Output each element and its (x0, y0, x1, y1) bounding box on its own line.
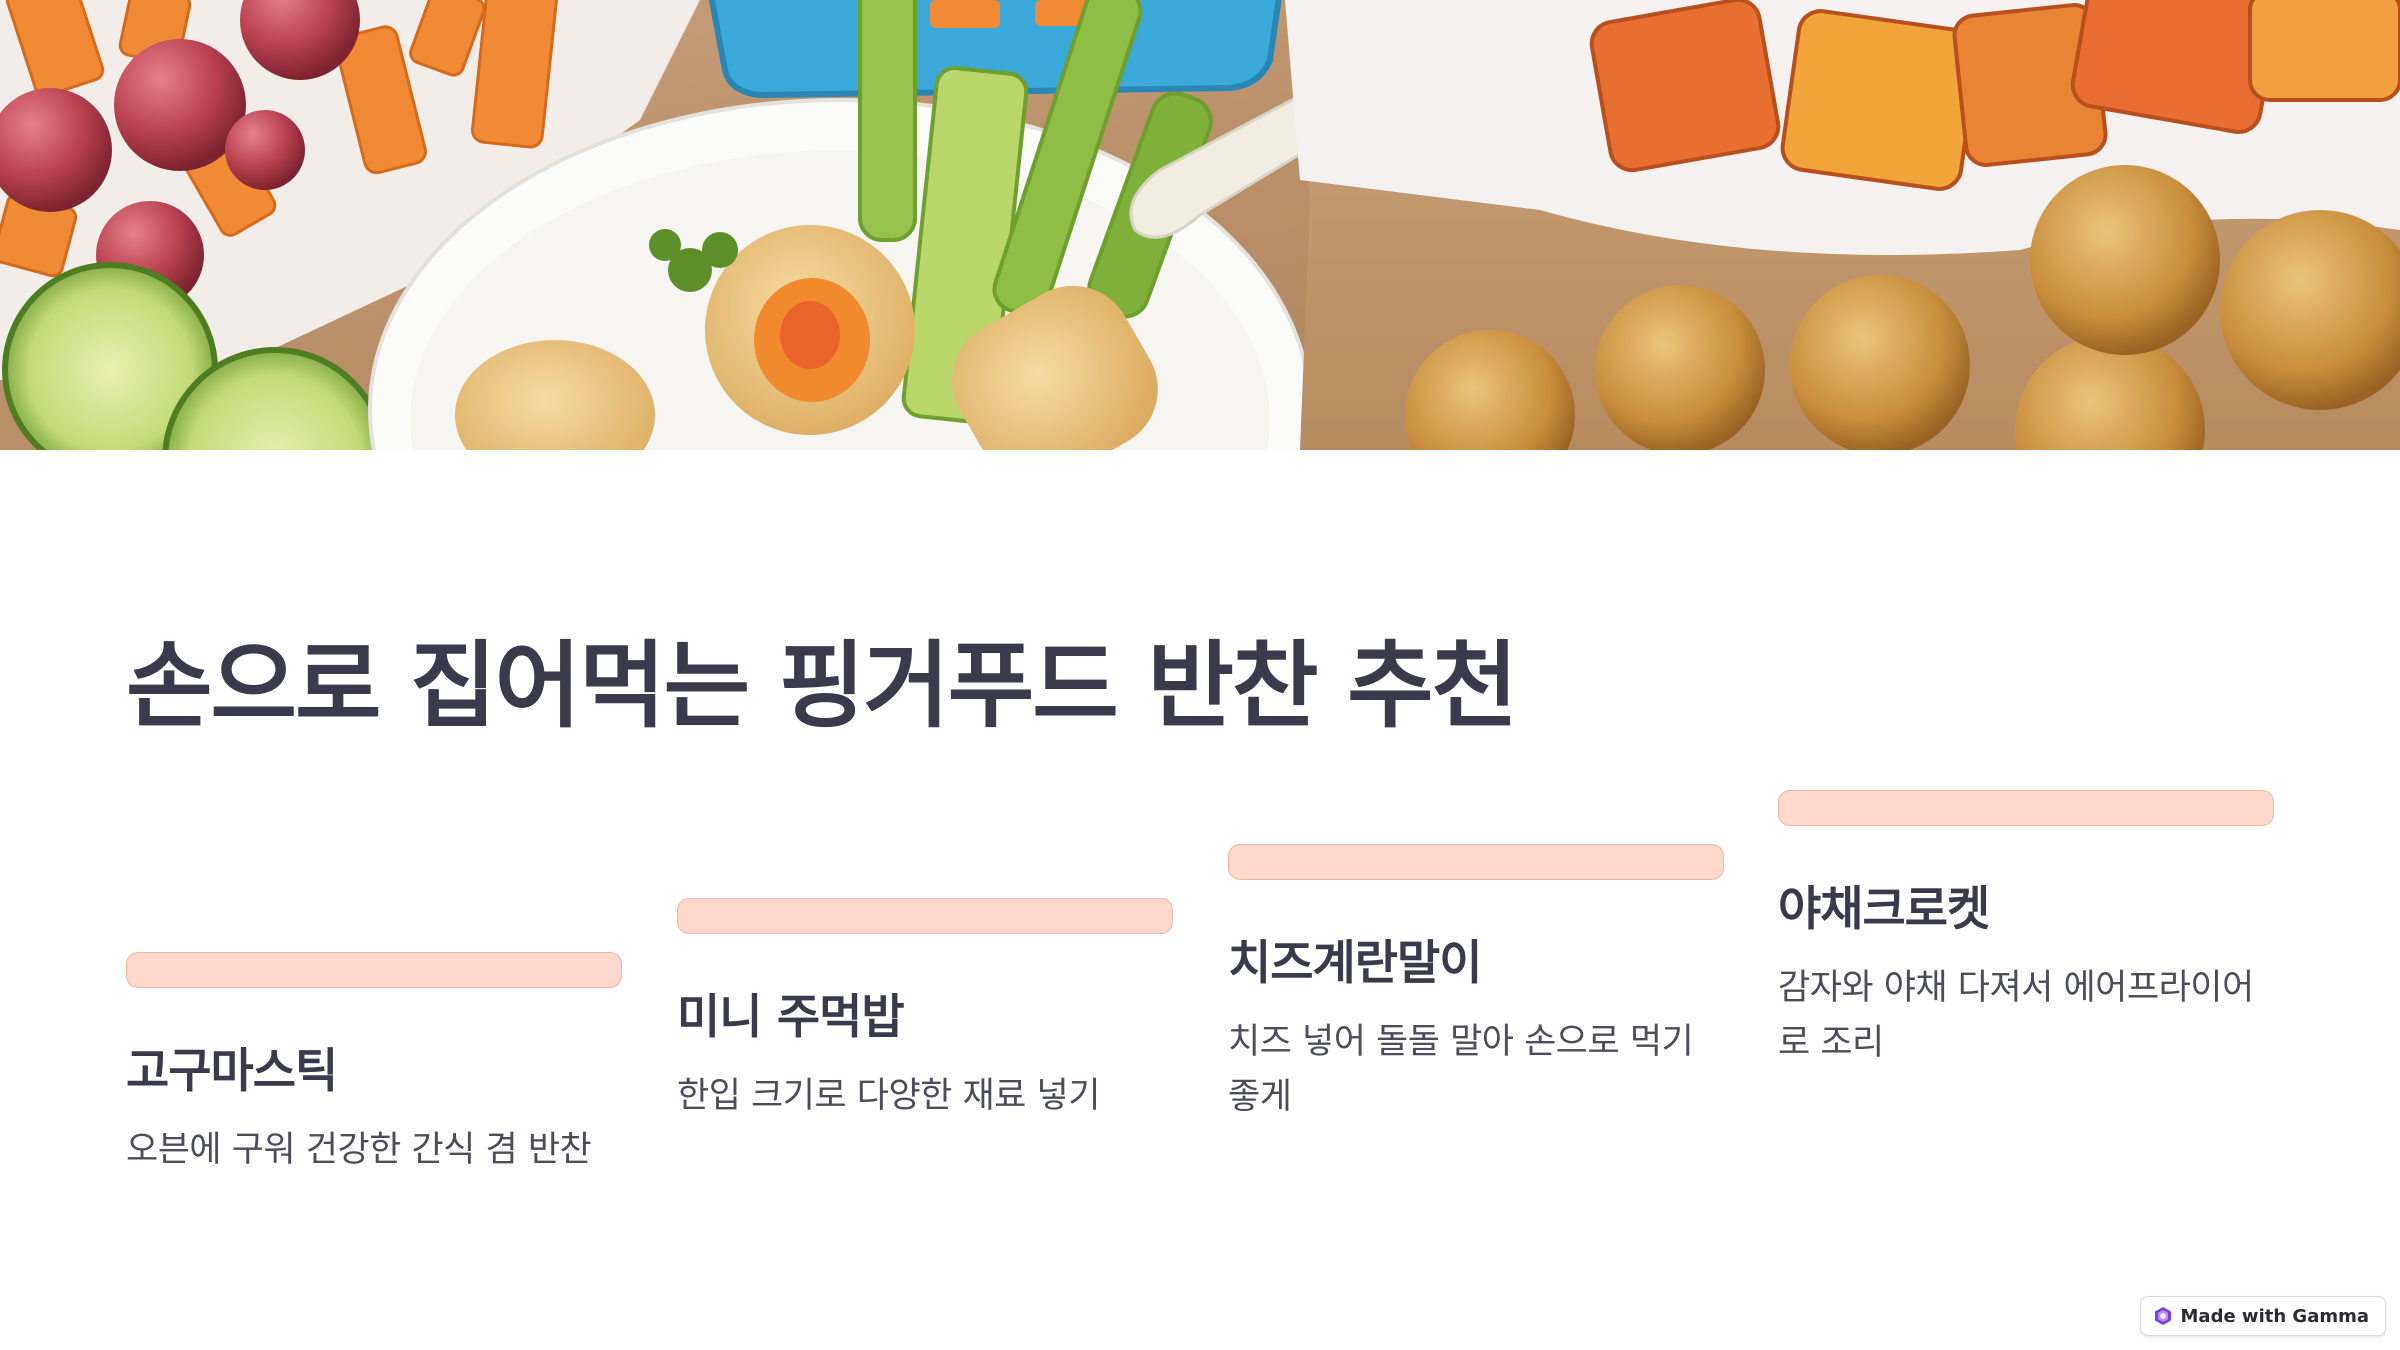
card-description: 치즈 넣어 돌돌 말아 손으로 먹기 좋게 (1228, 1022, 1694, 1117)
gamma-logo-icon (2154, 1307, 2171, 1325)
card-accent-bar (126, 952, 622, 988)
slide: 손으로 집어먹는 핑거푸드 반찬 추천 고구마스틱 오븐에 구워 건강한 간식 … (0, 0, 2400, 1350)
card-title: 치즈계란말이 (1228, 936, 1482, 991)
badge-label: Made with Gamma (2180, 1305, 2369, 1327)
card-description: 한입 크기로 다양한 재료 넣기 (677, 1076, 1100, 1116)
card-accent-bar (1228, 844, 1724, 880)
made-with-gamma-badge[interactable]: Made with Gamma (2139, 1296, 2386, 1336)
hero-food-image (0, 0, 2400, 450)
card-description: 오븐에 구워 건강한 간식 겸 반찬 (126, 1130, 592, 1170)
card-accent-bar (677, 898, 1173, 934)
food-photo-illustration (0, 0, 2400, 450)
card-sweet-potato-sticks: 고구마스틱 오븐에 구워 건강한 간식 겸 반찬 (126, 952, 622, 1178)
page-title: 손으로 집어먹는 핑거푸드 반찬 추천 (126, 632, 1518, 741)
card-vegetable-croquette: 야채크로켓 감자와 야채 다져서 에어프라이어로 조리 (1778, 790, 2274, 1071)
card-title: 야채크로켓 (1778, 882, 1990, 937)
card-cheese-egg-roll: 치즈계란말이 치즈 넣어 돌돌 말아 손으로 먹기 좋게 (1228, 844, 1724, 1125)
card-accent-bar (1778, 790, 2274, 826)
card-title: 고구마스틱 (126, 1044, 338, 1099)
card-mini-rice-balls: 미니 주먹밥 한입 크기로 다양한 재료 넣기 (677, 898, 1173, 1124)
card-title: 미니 주먹밥 (677, 990, 905, 1045)
card-description: 감자와 야채 다져서 에어프라이어로 조리 (1778, 968, 2254, 1063)
